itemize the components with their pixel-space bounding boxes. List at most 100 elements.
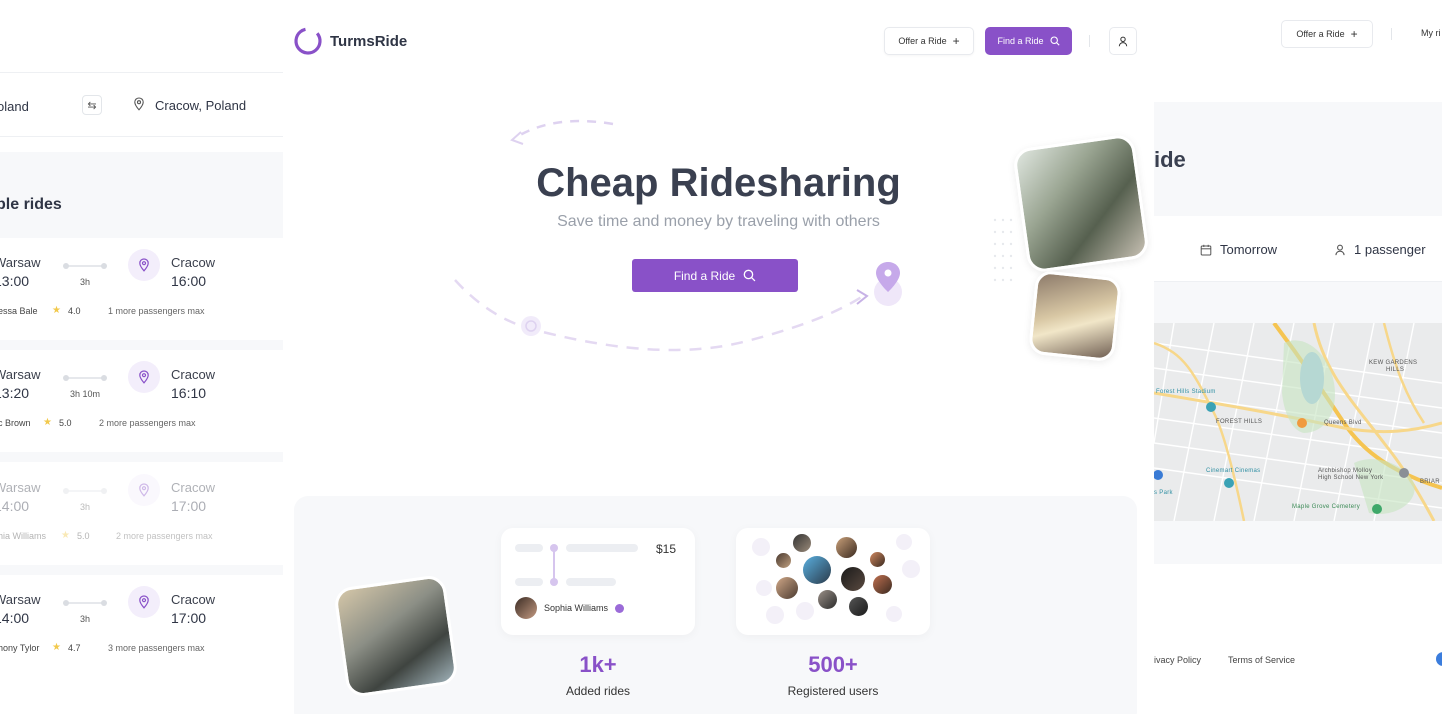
map-label: Archbishop Molloy	[1318, 468, 1373, 474]
driver-rating: 5.0	[59, 418, 72, 428]
arrival-city: Cracow	[171, 480, 216, 495]
map-label: BRIAR	[1420, 479, 1440, 485]
available-rides-heading: ble rides	[0, 196, 62, 213]
driver-name: c Brown	[0, 418, 31, 428]
location-pin-icon	[133, 97, 145, 116]
ride-card[interactable]: Warsaw 14:00 3h Cracow 17:00 hony Tylor …	[0, 586, 283, 700]
departure-time: 14:00	[0, 498, 30, 514]
map-label: High School New York	[1318, 475, 1384, 481]
passenger-car-photo	[1011, 133, 1151, 274]
departure-city: Warsaw	[0, 592, 41, 607]
seats-available: 1 more passengers max	[108, 306, 205, 316]
arrival-time: 17:00	[171, 498, 207, 514]
rides-list-panel: oland ⇆ Cracow, Poland ble rides Warsaw …	[0, 0, 283, 714]
route-line	[63, 375, 107, 381]
user-icon	[1118, 36, 1128, 46]
ride-price: $15	[656, 542, 677, 556]
search-icon	[1049, 36, 1060, 46]
arrival-city: Cracow	[171, 255, 216, 270]
placeholder-bar	[515, 544, 543, 552]
logo-ring-icon	[294, 27, 322, 55]
departure-time: 13:20	[0, 385, 30, 401]
avatar	[776, 553, 791, 568]
star-icon: ★	[61, 530, 70, 541]
placeholder-bar	[566, 544, 638, 552]
map-label: Cinemart Cinemas	[1206, 468, 1261, 474]
arrival-city: Cracow	[171, 367, 216, 382]
my-rides-link[interactable]: My ri	[1421, 28, 1441, 38]
avatar	[793, 534, 811, 552]
swap-direction-button[interactable]: ⇆	[82, 95, 102, 115]
date-value: Tomorrow	[1220, 242, 1278, 257]
ride-duration: 3h 10m	[69, 389, 101, 399]
avatar	[873, 575, 892, 594]
users-count-label: Registered users	[787, 684, 879, 698]
ride-duration: 3h	[79, 277, 90, 287]
route-dot	[550, 578, 558, 586]
search-icon	[743, 269, 756, 282]
avatar	[836, 537, 857, 558]
map-label: s Park	[1154, 490, 1173, 496]
facebook-icon[interactable]	[1436, 652, 1442, 666]
find-ride-label: Find a Ride	[997, 36, 1044, 46]
destination-pin-icon	[128, 361, 160, 393]
offer-ride-button[interactable]: Offer a Ride +	[884, 27, 974, 55]
avatar	[803, 556, 831, 584]
destination-field[interactable]: Cracow, Poland	[155, 98, 246, 113]
map-label: Queens Blvd	[1324, 420, 1362, 426]
driver-rating: 4.7	[68, 643, 81, 653]
avatar-placeholder	[766, 606, 784, 624]
seats-available: 2 more passengers max	[99, 418, 196, 428]
driver-row: Sophia Williams	[515, 597, 625, 619]
star-icon: ★	[52, 305, 61, 316]
avatar-placeholder	[886, 606, 902, 622]
route-map[interactable]: KEW GARDENS HILLS Forest Hills Stadium F…	[1154, 323, 1442, 521]
avatar	[841, 567, 865, 591]
divider	[0, 452, 283, 462]
route-line	[63, 488, 107, 494]
date-selector[interactable]: Tomorrow	[1200, 242, 1277, 257]
plus-icon: +	[952, 34, 960, 48]
user-icon	[1335, 244, 1345, 255]
offer-ride-label: Offer a Ride	[898, 36, 947, 46]
find-ride-cta-button[interactable]: Find a Ride	[632, 259, 798, 292]
divider	[0, 340, 283, 350]
driver-photo	[332, 573, 460, 699]
map-label: Forest Hills Stadium	[1156, 389, 1216, 395]
route-line	[63, 600, 107, 606]
driver-name: essa Bale	[0, 306, 38, 316]
privacy-policy-link[interactable]: ivacy Policy	[1154, 655, 1201, 665]
ride-detail-panel: Offer a Ride + My ri ide Tomorrow 1 pass…	[1154, 0, 1442, 714]
brand-name: TurmsRide	[330, 32, 408, 50]
ride-preview-card: $15 Sophia Williams	[501, 528, 695, 635]
driver-name: hia Williams	[0, 531, 47, 541]
map-label: KEW GARDENS	[1369, 360, 1418, 366]
departure-city: Warsaw	[0, 255, 41, 270]
origin-field[interactable]: oland	[0, 99, 29, 114]
terms-of-service-link[interactable]: Terms of Service	[1228, 655, 1295, 665]
seats-available: 2 more passengers max	[116, 531, 213, 541]
destination-pin-icon	[128, 249, 160, 281]
driver-rating: 5.0	[77, 531, 90, 541]
avatar-placeholder	[752, 538, 770, 556]
map-label: Maple Grove Cemetery	[1292, 504, 1361, 510]
avatar	[818, 590, 837, 609]
brand-logo[interactable]: TurmsRide	[293, 26, 407, 56]
passenger-count: 1 passenger	[1354, 242, 1426, 257]
offer-ride-button[interactable]: Offer a Ride +	[1281, 20, 1373, 48]
sunset-car-photo	[1027, 269, 1123, 363]
seats-available: 3 more passengers max	[108, 643, 205, 653]
calendar-icon	[1200, 244, 1212, 255]
driver-name: hony Tylor	[0, 643, 40, 653]
divider	[0, 565, 283, 575]
passenger-selector[interactable]: 1 passenger	[1334, 242, 1426, 257]
cta-label: Find a Ride	[673, 268, 736, 283]
avatar	[870, 552, 885, 567]
destination-pin-icon	[128, 474, 160, 506]
search-header	[1154, 102, 1442, 216]
profile-button[interactable]	[1109, 27, 1137, 55]
placeholder-bar	[566, 578, 616, 586]
route-line	[63, 263, 107, 269]
map-label: FOREST HILLS	[1216, 419, 1263, 425]
find-ride-nav-button[interactable]: Find a Ride	[985, 27, 1072, 55]
